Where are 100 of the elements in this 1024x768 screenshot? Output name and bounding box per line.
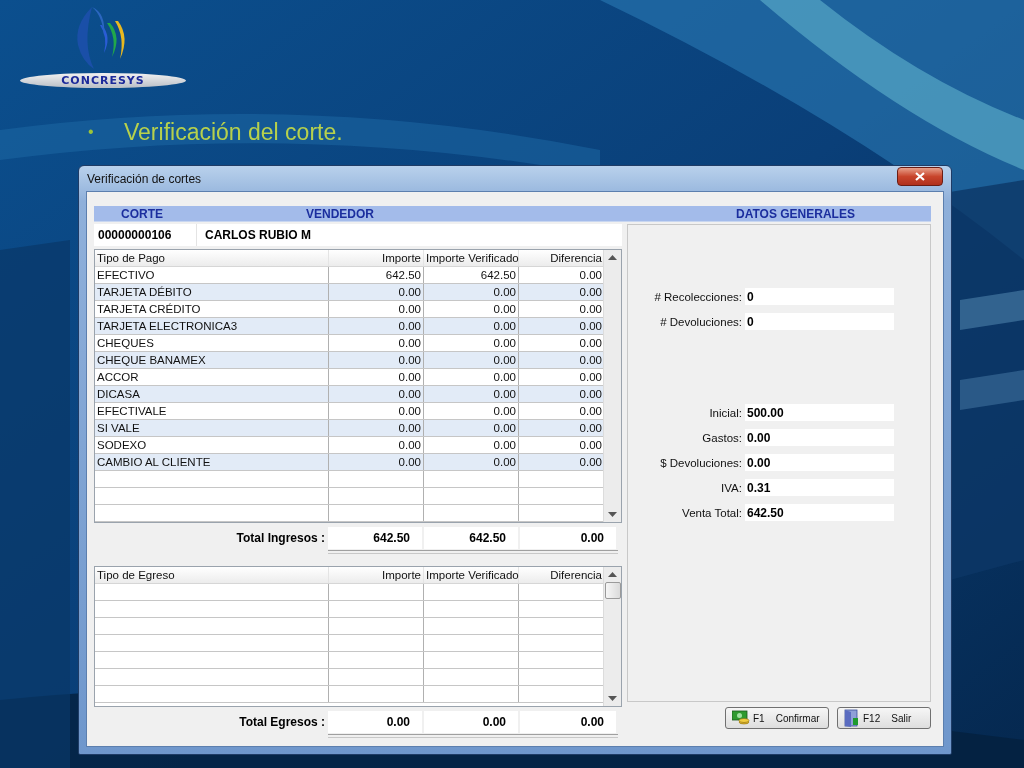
- table-cell-text: 0.00: [578, 421, 603, 436]
- column-header[interactable]: Tipo de Egreso: [95, 567, 329, 583]
- table-cell-text: 0.00: [578, 370, 603, 385]
- scroll-thumb[interactable]: [604, 582, 621, 599]
- table-cell: 0.00: [424, 335, 519, 351]
- field-label: # Recolecciones:: [653, 290, 743, 303]
- table-cell-text: 0.00: [578, 302, 603, 317]
- table-cell: 0.00: [424, 352, 519, 368]
- table-cell: TARJETA DÉBITO: [95, 284, 329, 300]
- table-cell: 0.00: [424, 386, 519, 402]
- total-value: 0.00: [520, 711, 616, 733]
- total-label: Total Ingresos :: [235, 530, 326, 547]
- header-label: VENDEDOR: [306, 206, 375, 221]
- value-field: 642.50: [745, 504, 894, 521]
- close-icon[interactable]: [915, 172, 925, 181]
- table-cell: 0.00: [329, 369, 424, 385]
- table-cell: 0.00: [329, 284, 424, 300]
- table-cell-text: 0.00: [578, 285, 603, 300]
- table-cell: 0.00: [424, 301, 519, 317]
- scrollbar[interactable]: [603, 250, 621, 522]
- bullet: •: [88, 123, 95, 141]
- table-cell: EFECTIVO: [95, 267, 329, 283]
- door-icon: [844, 709, 860, 727]
- total-value: 0.00: [520, 527, 616, 549]
- column-header[interactable]: Diferencia: [519, 567, 604, 583]
- field-label: Inicial:: [708, 406, 743, 419]
- table-cell-text: 0.00: [578, 455, 603, 470]
- table-cell: CAMBIO AL CLIENTE: [95, 454, 329, 470]
- table-cell: DICASA: [95, 386, 329, 402]
- money-icon: [732, 710, 750, 726]
- total-value: 0.00: [424, 711, 518, 733]
- field-label: $ Devoluciones:: [659, 456, 743, 469]
- table-cell: 0.00: [424, 437, 519, 453]
- value-field: 0.00: [745, 454, 894, 471]
- slide-title: Verificación del corte.: [124, 118, 343, 146]
- table-cell: SODEXO: [95, 437, 329, 453]
- field-label: # Devoluciones:: [659, 315, 743, 328]
- table-cell: CHEQUE BANAMEX: [95, 352, 329, 368]
- table-cell: 0.00: [329, 352, 424, 368]
- table-cell: CHEQUES: [95, 335, 329, 351]
- total-label: Total Egresos :: [238, 714, 326, 731]
- window-title: Verificación de cortes: [87, 171, 202, 186]
- column-header[interactable]: Diferencia: [519, 250, 604, 266]
- table-cell: 0.00: [329, 301, 424, 317]
- table-cell-text: 0.00: [578, 404, 603, 419]
- table-cell-text: 0.00: [578, 268, 603, 283]
- value-field: 0.00: [745, 429, 894, 446]
- column-header[interactable]: Importe: [329, 567, 424, 583]
- total-value: 642.50: [328, 527, 422, 549]
- table-cell: 0.00: [424, 454, 519, 470]
- table-cell: ACCOR: [95, 369, 329, 385]
- value-field: 0: [745, 288, 894, 305]
- table-cell: SI VALE: [95, 420, 329, 436]
- total-value: 0.00: [328, 711, 422, 733]
- header-label: DATOS GENERALES: [736, 206, 855, 221]
- logo-text: CONCRESYS: [61, 74, 145, 87]
- value-field: 500.00: [745, 404, 894, 421]
- corte-value: 00000000106: [94, 224, 197, 246]
- scroll-down-icon[interactable]: [608, 512, 617, 517]
- table-cell: EFECTIVALE: [95, 403, 329, 419]
- field-label: IVA:: [720, 481, 743, 494]
- table-cell-text: 0.00: [578, 336, 603, 351]
- table-cell-text: 0.00: [578, 438, 603, 453]
- table-cell: 0.00: [329, 335, 424, 351]
- value-field: 0: [745, 313, 894, 330]
- field-label: Venta Total:: [681, 506, 743, 519]
- vendedor-value: CARLOS RUBIO M: [204, 228, 311, 242]
- table-cell: 0.00: [329, 420, 424, 436]
- table-cell: TARJETA ELECTRONICA3: [95, 318, 329, 334]
- table-cell: 0.00: [424, 420, 519, 436]
- table-cell-text: 0.00: [578, 387, 603, 402]
- table-cell: 642.50: [424, 267, 519, 283]
- column-header[interactable]: Importe Verificado: [424, 567, 519, 583]
- table-cell: 0.00: [329, 403, 424, 419]
- column-header[interactable]: Tipo de Pago: [95, 250, 329, 266]
- table-cell-text: 0.00: [578, 319, 603, 334]
- column-header[interactable]: Importe: [329, 250, 424, 266]
- table-cell: 0.00: [424, 284, 519, 300]
- column-header[interactable]: Importe Verificado: [424, 250, 519, 266]
- table-cell: 0.00: [329, 318, 424, 334]
- table-cell: 0.00: [329, 454, 424, 470]
- confirm-button[interactable]: F1 Confirmar: [725, 707, 829, 729]
- table-cell: 0.00: [424, 403, 519, 419]
- header-label: CORTE: [121, 206, 164, 221]
- scrollbar[interactable]: [603, 567, 621, 706]
- value-field: 0.31: [745, 479, 894, 496]
- scroll-up-icon[interactable]: [608, 572, 617, 577]
- table-cell: 642.50: [329, 267, 424, 283]
- table-cell: 0.00: [329, 386, 424, 402]
- close-button[interactable]: [897, 167, 943, 186]
- table-cell: 0.00: [424, 318, 519, 334]
- total-value: 642.50: [424, 527, 518, 549]
- table-cell-text: 0.00: [578, 353, 603, 368]
- scroll-up-icon[interactable]: [608, 255, 617, 260]
- table-cell: 0.00: [329, 437, 424, 453]
- exit-button[interactable]: F12 Salir: [837, 707, 931, 729]
- table-cell: TARJETA CRÉDITO: [95, 301, 329, 317]
- field-label: Gastos:: [701, 431, 743, 444]
- table-cell: 0.00: [424, 369, 519, 385]
- scroll-down-icon[interactable]: [608, 696, 617, 701]
